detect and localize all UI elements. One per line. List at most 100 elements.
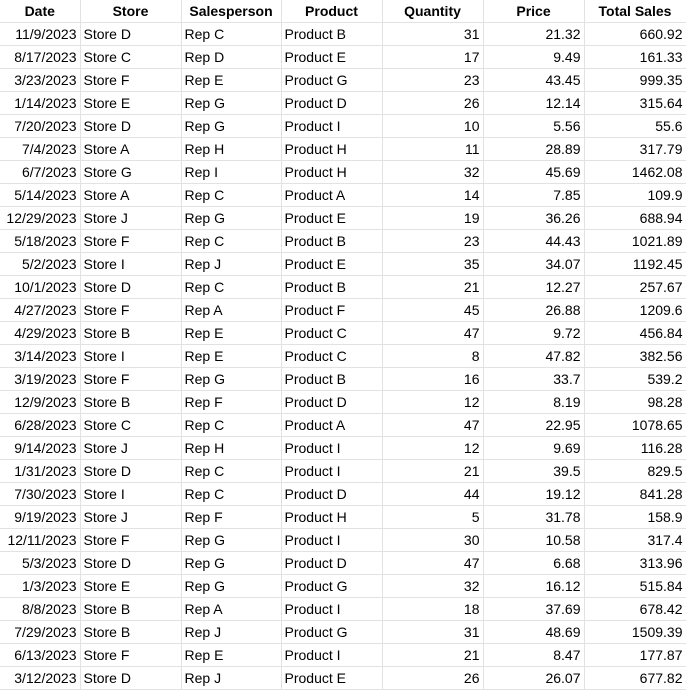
- store-cell[interactable]: Store B: [79, 620, 182, 644]
- product-cell[interactable]: Product E: [280, 666, 383, 690]
- price-cell[interactable]: 16.12: [482, 574, 585, 598]
- total-sales-cell[interactable]: 55.6: [583, 114, 686, 138]
- quantity-cell[interactable]: 31: [381, 22, 484, 46]
- price-cell[interactable]: 7.85: [482, 183, 585, 207]
- product-cell[interactable]: Product B: [280, 229, 383, 253]
- date-cell[interactable]: 3/23/2023: [0, 68, 81, 92]
- product-cell[interactable]: Product F: [280, 298, 383, 322]
- column-header-quantity[interactable]: Quantity: [381, 0, 484, 23]
- price-cell[interactable]: 21.32: [482, 22, 585, 46]
- date-cell[interactable]: 12/29/2023: [0, 206, 81, 230]
- store-cell[interactable]: Store E: [79, 91, 182, 115]
- product-cell[interactable]: Product E: [280, 252, 383, 276]
- total-sales-cell[interactable]: 1462.08: [583, 160, 686, 184]
- quantity-cell[interactable]: 23: [381, 229, 484, 253]
- store-cell[interactable]: Store J: [79, 436, 182, 460]
- total-sales-cell[interactable]: 382.56: [583, 344, 686, 368]
- quantity-cell[interactable]: 32: [381, 574, 484, 598]
- price-cell[interactable]: 9.69: [482, 436, 585, 460]
- store-cell[interactable]: Store D: [79, 666, 182, 690]
- store-cell[interactable]: Store D: [79, 22, 182, 46]
- column-header-date[interactable]: Date: [0, 0, 81, 23]
- store-cell[interactable]: Store D: [79, 114, 182, 138]
- date-cell[interactable]: 7/20/2023: [0, 114, 81, 138]
- quantity-cell[interactable]: 26: [381, 666, 484, 690]
- price-cell[interactable]: 12.27: [482, 275, 585, 299]
- salesperson-cell[interactable]: Rep H: [180, 137, 282, 161]
- price-cell[interactable]: 36.26: [482, 206, 585, 230]
- total-sales-cell[interactable]: 688.94: [583, 206, 686, 230]
- salesperson-cell[interactable]: Rep J: [180, 666, 282, 690]
- product-cell[interactable]: Product G: [280, 620, 383, 644]
- salesperson-cell[interactable]: Rep C: [180, 459, 282, 483]
- store-cell[interactable]: Store G: [79, 160, 182, 184]
- column-header-store[interactable]: Store: [79, 0, 182, 23]
- date-cell[interactable]: 10/1/2023: [0, 275, 81, 299]
- quantity-cell[interactable]: 47: [381, 551, 484, 575]
- store-cell[interactable]: Store A: [79, 137, 182, 161]
- salesperson-cell[interactable]: Rep G: [180, 367, 282, 391]
- salesperson-cell[interactable]: Rep G: [180, 551, 282, 575]
- price-cell[interactable]: 19.12: [482, 482, 585, 506]
- total-sales-cell[interactable]: 1078.65: [583, 413, 686, 437]
- date-cell[interactable]: 3/12/2023: [0, 666, 81, 690]
- price-cell[interactable]: 31.78: [482, 505, 585, 529]
- date-cell[interactable]: 11/9/2023: [0, 22, 81, 46]
- quantity-cell[interactable]: 21: [381, 643, 484, 667]
- salesperson-cell[interactable]: Rep C: [180, 482, 282, 506]
- quantity-cell[interactable]: 21: [381, 275, 484, 299]
- total-sales-cell[interactable]: 158.9: [583, 505, 686, 529]
- price-cell[interactable]: 10.58: [482, 528, 585, 552]
- total-sales-cell[interactable]: 98.28: [583, 390, 686, 414]
- total-sales-cell[interactable]: 660.92: [583, 22, 686, 46]
- column-header-salesperson[interactable]: Salesperson: [180, 0, 282, 23]
- quantity-cell[interactable]: 10: [381, 114, 484, 138]
- price-cell[interactable]: 8.47: [482, 643, 585, 667]
- quantity-cell[interactable]: 21: [381, 459, 484, 483]
- salesperson-cell[interactable]: Rep E: [180, 321, 282, 345]
- date-cell[interactable]: 7/4/2023: [0, 137, 81, 161]
- quantity-cell[interactable]: 47: [381, 413, 484, 437]
- product-cell[interactable]: Product E: [280, 206, 383, 230]
- total-sales-cell[interactable]: 317.4: [583, 528, 686, 552]
- quantity-cell[interactable]: 32: [381, 160, 484, 184]
- total-sales-cell[interactable]: 1192.45: [583, 252, 686, 276]
- store-cell[interactable]: Store I: [79, 482, 182, 506]
- store-cell[interactable]: Store J: [79, 206, 182, 230]
- salesperson-cell[interactable]: Rep A: [180, 597, 282, 621]
- date-cell[interactable]: 4/29/2023: [0, 321, 81, 345]
- quantity-cell[interactable]: 26: [381, 91, 484, 115]
- quantity-cell[interactable]: 12: [381, 436, 484, 460]
- date-cell[interactable]: 7/29/2023: [0, 620, 81, 644]
- quantity-cell[interactable]: 18: [381, 597, 484, 621]
- product-cell[interactable]: Product I: [280, 528, 383, 552]
- price-cell[interactable]: 48.69: [482, 620, 585, 644]
- column-header-total-sales[interactable]: Total Sales: [583, 0, 686, 23]
- store-cell[interactable]: Store F: [79, 298, 182, 322]
- column-header-product[interactable]: Product: [280, 0, 383, 23]
- quantity-cell[interactable]: 11: [381, 137, 484, 161]
- product-cell[interactable]: Product D: [280, 390, 383, 414]
- product-cell[interactable]: Product I: [280, 459, 383, 483]
- date-cell[interactable]: 9/14/2023: [0, 436, 81, 460]
- price-cell[interactable]: 9.72: [482, 321, 585, 345]
- total-sales-cell[interactable]: 116.28: [583, 436, 686, 460]
- product-cell[interactable]: Product H: [280, 137, 383, 161]
- store-cell[interactable]: Store C: [79, 45, 182, 69]
- date-cell[interactable]: 8/17/2023: [0, 45, 81, 69]
- store-cell[interactable]: Store I: [79, 252, 182, 276]
- quantity-cell[interactable]: 8: [381, 344, 484, 368]
- date-cell[interactable]: 5/3/2023: [0, 551, 81, 575]
- quantity-cell[interactable]: 31: [381, 620, 484, 644]
- price-cell[interactable]: 5.56: [482, 114, 585, 138]
- price-cell[interactable]: 26.88: [482, 298, 585, 322]
- product-cell[interactable]: Product I: [280, 114, 383, 138]
- total-sales-cell[interactable]: 257.67: [583, 275, 686, 299]
- store-cell[interactable]: Store D: [79, 275, 182, 299]
- date-cell[interactable]: 3/19/2023: [0, 367, 81, 391]
- store-cell[interactable]: Store E: [79, 574, 182, 598]
- total-sales-cell[interactable]: 315.64: [583, 91, 686, 115]
- price-cell[interactable]: 6.68: [482, 551, 585, 575]
- total-sales-cell[interactable]: 313.96: [583, 551, 686, 575]
- salesperson-cell[interactable]: Rep E: [180, 643, 282, 667]
